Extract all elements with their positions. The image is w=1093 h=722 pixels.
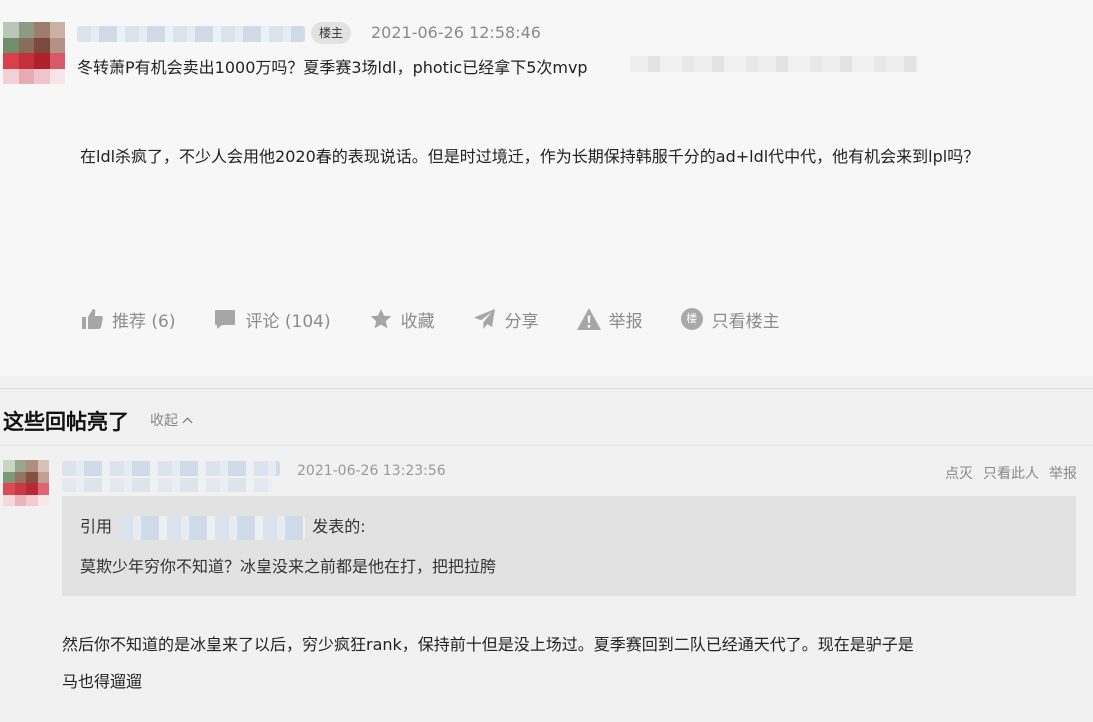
share-label: 分享 — [504, 311, 539, 332]
lou-circle-icon: 楼 — [680, 308, 703, 330]
highlight-title: 这些回帖亮了 — [3, 410, 129, 434]
reply-username-blurred[interactable] — [62, 461, 280, 476]
reply-timestamp: 2021-06-26 13:23:56 — [297, 463, 446, 479]
quote-header: 引用 发表的: — [80, 513, 366, 540]
quote-block: 引用 发表的: 莫欺少年穷你不知道？冰皇没来之前都是他在打，把把拉胯 — [62, 496, 1076, 596]
thumbs-up-icon — [82, 309, 103, 329]
collapse-label: 收起 — [150, 413, 178, 429]
op-avatar[interactable] — [3, 22, 65, 84]
warning-icon — [576, 308, 601, 330]
comment-button[interactable]: 评论 (104) — [213, 307, 331, 332]
quoted-username-blurred[interactable] — [119, 515, 306, 540]
quote-prefix: 引用 — [80, 517, 113, 536]
quote-text: 莫欺少年穷你不知道？冰皇没来之前都是他在打，把把拉胯 — [80, 557, 497, 576]
favorite-label: 收藏 — [400, 311, 435, 332]
reply-action-links: 点灭 只看此人 举报 — [945, 463, 1077, 483]
original-post: 楼主 2021-06-26 12:58:46 冬转萧P有机会卖出1000万吗？夏… — [0, 0, 1093, 376]
chevron-up-icon — [182, 417, 193, 428]
share-button[interactable]: 分享 — [473, 307, 539, 332]
report-label: 举报 — [608, 311, 643, 332]
paper-plane-icon — [473, 309, 495, 329]
quote-suffix: 发表的: — [312, 517, 366, 536]
comment-icon — [215, 310, 236, 329]
reply-avatar[interactable] — [3, 460, 49, 506]
recommend-label: 推荐 (6) — [112, 311, 176, 332]
star-icon — [370, 309, 391, 329]
op-badge: 楼主 — [311, 22, 352, 44]
recommend-button[interactable]: 推荐 (6) — [80, 307, 175, 332]
only-this-user-link[interactable]: 只看此人 — [983, 463, 1039, 483]
post-body: 在ldl杀疯了，不少人会用他2020春的表现说话。但是时过境迁，作为长期保持韩服… — [80, 147, 980, 166]
only-op-label: 只看楼主 — [711, 311, 780, 332]
favorite-button[interactable]: 收藏 — [369, 307, 435, 332]
post-title: 冬转萧P有机会卖出1000万吗？夏季赛3场ldl，photic已经拿下5次mvp — [77, 58, 588, 77]
downvote-link[interactable]: 点灭 — [945, 463, 973, 483]
comment-label: 评论 (104) — [245, 311, 331, 332]
op-username-blurred[interactable] — [77, 26, 305, 42]
report-button[interactable]: 举报 — [576, 307, 643, 332]
reply-report-link[interactable]: 举报 — [1049, 463, 1077, 483]
only-op-button[interactable]: 楼 只看楼主 — [680, 307, 780, 332]
reply-body: 然后你不知道的是冰皇来了以后，穷少疯狂rank，保持前十但是没上场过。夏季赛回到… — [62, 635, 914, 691]
post-timestamp: 2021-06-26 12:58:46 — [371, 23, 541, 42]
reply-subline-blurred — [62, 478, 272, 492]
collapse-toggle[interactable]: 收起 — [150, 410, 193, 430]
post-action-bar: 推荐 (6) 评论 (104) 收藏 分享 举报 楼 只看楼主 — [80, 304, 818, 334]
title-tail-blurred — [630, 56, 918, 72]
highlight-replies-header: 这些回帖亮了 收起 — [0, 388, 1093, 446]
